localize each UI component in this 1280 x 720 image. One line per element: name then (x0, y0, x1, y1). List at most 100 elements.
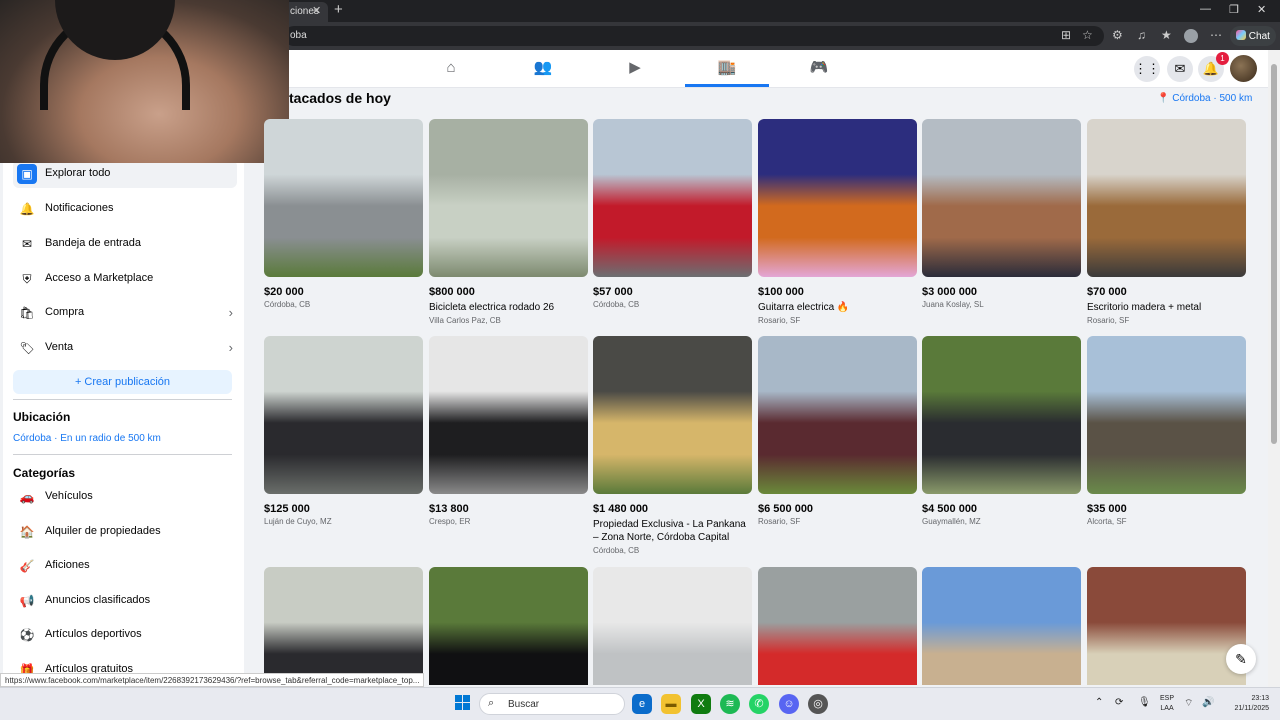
lang-bottom: LAA (1160, 705, 1174, 712)
listing-photo[interactable] (1087, 336, 1246, 494)
sidebar-item[interactable]: 🛍 Compra › (13, 299, 237, 327)
category-item[interactable]: ⚽ Artículos deportivos (13, 621, 237, 649)
sync-icon[interactable]: ⟳ (1115, 697, 1123, 708)
sidebar-item[interactable]: ⛨ Acceso a Marketplace (13, 265, 237, 293)
listing-card[interactable]: $35 000 Alcorta, SF (1087, 336, 1246, 526)
app-icon[interactable]: ◎ (808, 694, 828, 714)
listing-photo[interactable] (264, 336, 423, 494)
minimize-icon[interactable]: — (1200, 3, 1211, 15)
listing-card[interactable]: $4 500 000 Guaymallén, MZ (922, 336, 1081, 526)
app-icon[interactable]: ⊞ (1061, 28, 1071, 42)
sidebar-item[interactable]: 🔔 Notificaciones (13, 195, 237, 223)
listing-photo[interactable] (1087, 567, 1246, 685)
category-item[interactable]: 📢 Anuncios clasificados (13, 587, 237, 615)
compose-icon[interactable]: ✎ (1226, 644, 1256, 674)
location-link[interactable]: 📍 Córdoba · 500 km (1157, 93, 1252, 104)
location-filter-link[interactable]: Córdoba · En un radio de 500 km (13, 433, 161, 444)
extensions-icon[interactable]: ⚙ (1112, 28, 1123, 42)
listing-photo[interactable] (922, 336, 1081, 494)
messenger-icon[interactable]: ✉ (1167, 56, 1193, 82)
listing-card[interactable]: $100 000 Guitarra electrica 🔥 Rosario, SF (758, 119, 917, 325)
more-icon[interactable]: ⋯ (1210, 28, 1222, 42)
listing-card[interactable] (922, 567, 1081, 685)
tab-close-icon[interactable]: ✕ (312, 4, 321, 17)
listing-photo[interactable] (1087, 119, 1246, 277)
listing-photo[interactable] (758, 336, 917, 494)
listing-photo[interactable] (429, 119, 588, 277)
sidebar-item[interactable]: ▣ Explorar todo (13, 163, 237, 188)
file-explorer-icon[interactable]: ▬ (661, 694, 681, 714)
gaming-icon[interactable]: 🎮 (809, 58, 829, 78)
listing-location: Rosario, SF (758, 316, 801, 325)
tray-chevron-icon[interactable]: ⌃ (1095, 697, 1103, 708)
wifi-icon[interactable]: ⌔ (1184, 697, 1193, 710)
listing-photo[interactable] (264, 119, 423, 277)
listing-price: $57 000 (593, 286, 633, 298)
listing-card[interactable]: $125 000 Luján de Cuyo, MZ (264, 336, 423, 526)
xbox-icon[interactable]: X (691, 694, 711, 714)
language-indicator[interactable]: ESP LAA (1160, 694, 1174, 714)
category-item[interactable]: 🎸 Aficiones (13, 552, 237, 580)
sidebar-item[interactable]: ✉ Bandeja de entrada (13, 230, 237, 258)
edge-icon[interactable]: e (632, 694, 652, 714)
favorites-icon[interactable]: ★ (1161, 28, 1172, 42)
listing-photo[interactable] (593, 567, 752, 685)
profile-icon[interactable] (1184, 29, 1198, 43)
create-listing-button[interactable]: + Crear publicación (13, 370, 232, 394)
listing-card[interactable] (429, 567, 588, 685)
friends-icon[interactable]: 👥 (533, 58, 553, 78)
listing-photo[interactable] (922, 567, 1081, 685)
listing-photo[interactable] (922, 119, 1081, 277)
marketplace-icon[interactable]: 🏬 (717, 58, 737, 78)
listing-photo[interactable] (758, 119, 917, 277)
listing-card[interactable]: $800 000 Bicicleta electrica rodado 26 Vil… (429, 119, 588, 325)
account-avatar[interactable] (1230, 55, 1257, 82)
category-label: Vehículos (45, 490, 93, 502)
listing-card[interactable]: $57 000 Córdoba, CB (593, 119, 752, 309)
listing-card[interactable]: $6 500 000 Rosario, SF (758, 336, 917, 526)
listing-photo[interactable] (264, 567, 423, 685)
listing-card[interactable] (1087, 567, 1246, 685)
listing-card[interactable]: $20 000 Córdoba, CB (264, 119, 423, 309)
listing-title: Guitarra electrica 🔥 (758, 302, 850, 313)
listing-photo[interactable] (593, 336, 752, 494)
listing-card[interactable]: $3 000 000 Juana Koslay, SL (922, 119, 1081, 309)
volume-icon[interactable]: 🔊 (1202, 697, 1214, 708)
media-icon[interactable]: ♫ (1137, 28, 1146, 42)
scrollbar-thumb[interactable] (1271, 64, 1277, 444)
star-icon[interactable]: ☆ (1082, 28, 1093, 42)
listing-card[interactable] (758, 567, 917, 685)
listing-card[interactable]: $70 000 Escritorio madera + metal Rosario,… (1087, 119, 1246, 325)
category-item[interactable]: 🎁 Artículos gratuitos (13, 656, 237, 673)
discord-icon[interactable]: ☺ (779, 694, 799, 714)
category-item[interactable]: 🚗 Vehículos (13, 483, 237, 511)
url-field[interactable]: oba (284, 26, 1104, 46)
listing-card[interactable] (593, 567, 752, 685)
clock[interactable]: 23:13 21/11/2025 (1227, 694, 1269, 714)
listing-photo[interactable] (429, 336, 588, 494)
listing-card[interactable]: $1 480 000 Propiedad Exclusiva - La Panka… (593, 336, 752, 555)
taskbar-search[interactable]: Buscar (479, 693, 625, 715)
listing-location: Guaymallén, MZ (922, 517, 981, 526)
category-item[interactable]: 🏠 Alquiler de propiedades (13, 518, 237, 546)
new-tab-icon[interactable]: + (334, 1, 343, 18)
listing-card[interactable] (264, 567, 423, 685)
listing-photo[interactable] (593, 119, 752, 277)
sidebar-item[interactable]: 🏷 Venta › (13, 334, 237, 362)
listing-photo[interactable] (429, 567, 588, 685)
listing-card[interactable]: $13 800 Crespo, ER (429, 336, 588, 526)
close-window-icon[interactable]: ✕ (1257, 3, 1266, 16)
mic-icon[interactable]: 🎙 (1138, 697, 1151, 708)
windows-start-icon[interactable] (455, 695, 471, 711)
maximize-icon[interactable]: ❐ (1229, 3, 1239, 16)
listing-title: Bicicleta electrica rodado 26 (429, 302, 555, 313)
menu-grid-icon[interactable]: ⋮⋮ (1134, 56, 1160, 82)
video-icon[interactable]: ▶ (625, 58, 645, 78)
home-icon[interactable]: ⌂ (441, 58, 461, 78)
notification-badge: 1 (1216, 52, 1229, 65)
listing-photo[interactable] (758, 567, 917, 685)
categories-heading: Categorías (13, 466, 76, 480)
spotify-icon[interactable]: ≋ (720, 694, 740, 714)
whatsapp-icon[interactable]: ✆ (749, 694, 769, 714)
chat-button[interactable]: Chat (1230, 26, 1276, 46)
